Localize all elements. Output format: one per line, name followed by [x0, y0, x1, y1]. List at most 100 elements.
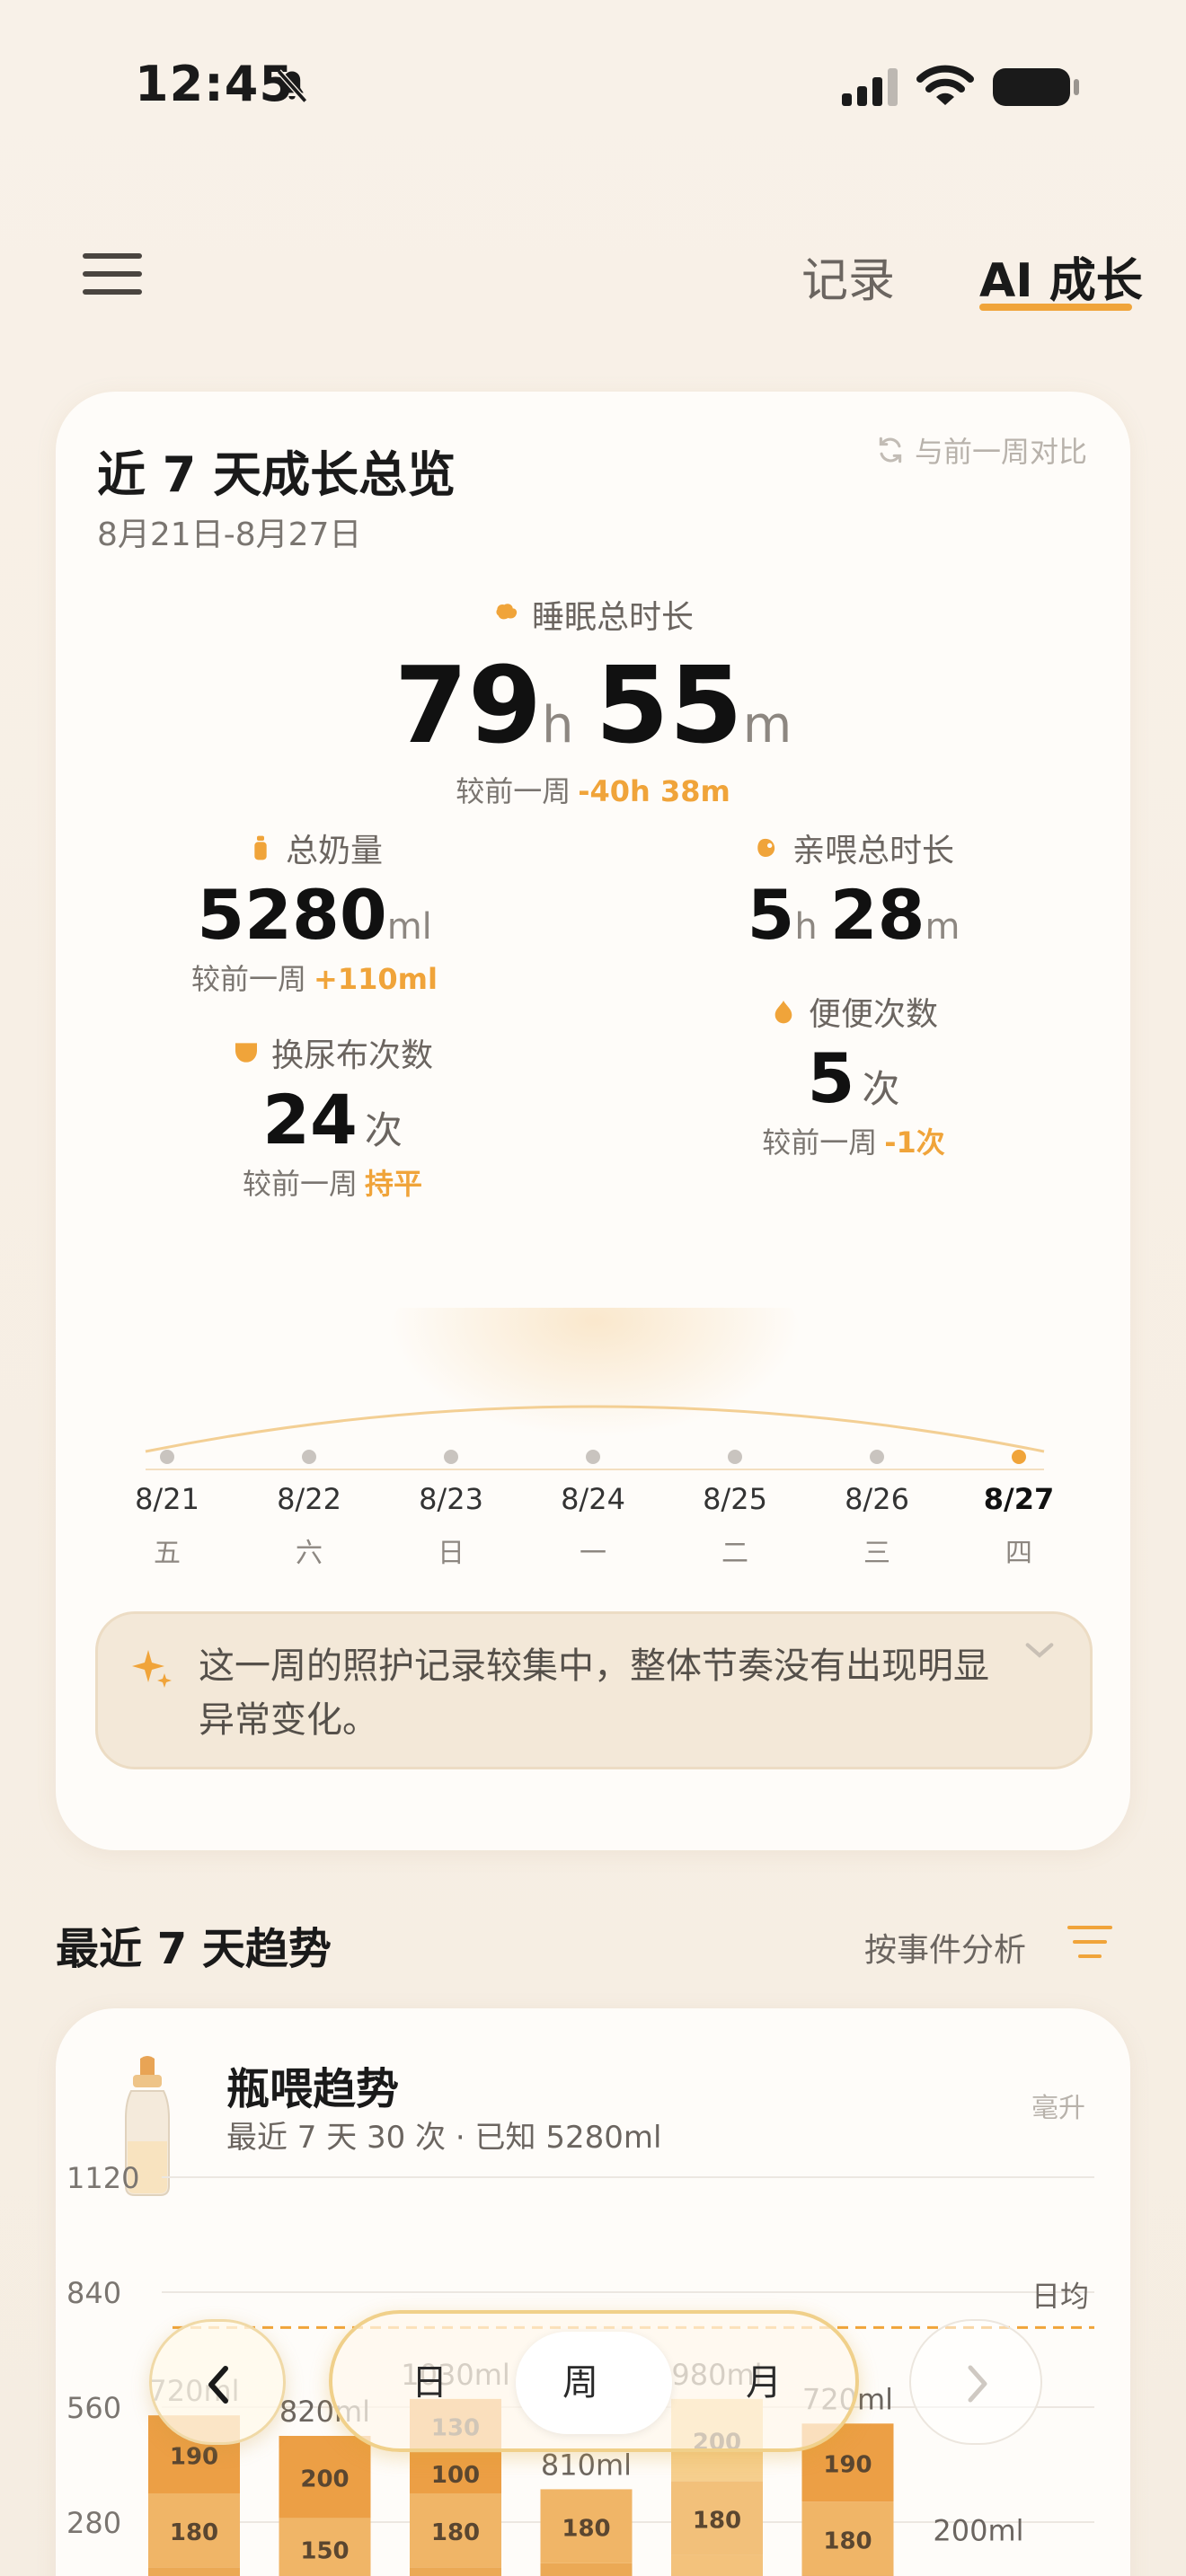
segment-value-label: 150 [300, 2538, 349, 2565]
tab-ai-growth[interactable]: AI 成长 [979, 243, 1143, 310]
summary-title: 近 7 天成长总览 [97, 446, 456, 503]
tab-active-indicator [979, 304, 1132, 311]
breastfeed-label: 亲喂总时长 [792, 833, 954, 869]
sleep-minutes-unit: m [742, 696, 792, 754]
y-tick-label: 840 [66, 2276, 121, 2310]
moon-icon [496, 604, 518, 620]
bar-segment [410, 2567, 501, 2576]
day-item[interactable]: 8/21 五 [113, 1450, 221, 1570]
filter-icon[interactable] [1067, 1924, 1112, 1960]
stool-value: 5 [807, 1038, 855, 1118]
sleep-hours: 79 [394, 643, 542, 767]
day-item-selected[interactable]: 8/27 四 [965, 1450, 1073, 1570]
bar-segment [540, 2563, 633, 2576]
chevron-down-icon[interactable] [1022, 1637, 1058, 1664]
battery-icon [993, 68, 1079, 106]
bar-segment [671, 2554, 763, 2576]
y-tick-label: 280 [66, 2506, 121, 2540]
sleep-cmp-prefix: 较前一周 [456, 774, 571, 808]
chevron-left-icon [208, 2366, 228, 2404]
diaper-icon [235, 1043, 257, 1063]
diaper-value: 24 [262, 1080, 358, 1160]
bottle-bar-chart: 2805608401120170180190720ml140150200820m… [66, 2161, 1094, 2576]
compare-label: 与前一周对比 [914, 435, 1087, 469]
day-item[interactable]: 8/25 二 [681, 1450, 789, 1570]
page: 12:45 记录 AI 成长 近 7 天成长总览 8月21日-8月27日 与前一… [0, 0, 1186, 2576]
sleep-metric: 睡眠总时长 79h 55m 较前一周 -40h 38m [56, 591, 1130, 810]
stool-cmp-prefix: 较前一周 [762, 1125, 878, 1160]
trend-mode-button[interactable]: 按事件分析 [864, 1924, 1026, 1971]
stool-metric: 便便次数 5次 较前一周 -1次 [719, 988, 988, 1161]
bar-total-label: 200ml [933, 2514, 1023, 2548]
breastfeed-minutes: 28 [829, 875, 925, 955]
sleep-minutes: 55 [595, 643, 743, 767]
segment-value-label: 100 [431, 2462, 480, 2489]
chevron-right-icon [968, 2365, 987, 2403]
day-item[interactable]: 8/24 一 [539, 1450, 647, 1570]
segment-value-label: 180 [431, 2519, 480, 2546]
segment-value-label: 190 [170, 2444, 218, 2471]
breastfeed-metric: 亲喂总时长 5h 28m [719, 825, 988, 955]
diaper-cmp-delta: 持平 [365, 1167, 423, 1201]
diaper-cmp-prefix: 较前一周 [242, 1167, 358, 1201]
trend-section-title: 最近 7 天趋势 [56, 1924, 332, 1974]
segment-value-label: 180 [562, 2516, 610, 2543]
milk-cmp-delta: +110ml [314, 962, 438, 996]
bottle-icon [254, 835, 267, 860]
diaper-label: 换尿布次数 [270, 1037, 433, 1074]
stool-icon [774, 1001, 792, 1024]
y-tick-label: 560 [66, 2391, 121, 2425]
bar-total-label: 810ml [541, 2448, 632, 2482]
sleep-label: 睡眠总时长 [531, 599, 694, 636]
weekly-summary-card: 近 7 天成长总览 8月21日-8月27日 与前一周对比 睡眠总时长 79h 55… [56, 392, 1130, 1850]
refresh-icon [879, 437, 902, 463]
tab-record[interactable]: 记录 [801, 243, 895, 310]
breastfeed-minutes-unit: m [925, 906, 960, 948]
summary-date-range: 8月21日-8月27日 [97, 516, 362, 553]
sparkle-icon [132, 1650, 172, 1688]
stool-cmp-delta: -1次 [884, 1125, 945, 1160]
y-tick-label: 1120 [66, 2161, 139, 2195]
milk-label: 总奶量 [285, 833, 383, 869]
segment-week[interactable]: 周 [535, 2353, 625, 2405]
milk-cmp-prefix: 较前一周 [191, 962, 307, 996]
day-selector: 8/21 五 8/22 六 8/23 日 8/24 一 8/25 二 8/26 三 8/27… [56, 1450, 1130, 1575]
sleep-hours-unit: h [541, 696, 574, 754]
ai-insight-box[interactable]: 这一周的照护记录较集中，整体节奏没有出现明显异常变化。 [95, 1611, 1093, 1769]
segment-value-label: 190 [823, 2452, 872, 2479]
breastfeed-hours: 5 [747, 875, 795, 955]
breastfeed-icon [757, 838, 775, 858]
diaper-metric: 换尿布次数 24 次 较前一周 持平 [198, 1029, 467, 1203]
segment-value-label: 180 [693, 2507, 741, 2534]
milk-value: 5280 [197, 875, 387, 955]
day-item[interactable]: 8/26 三 [823, 1450, 931, 1570]
segment-value-label: 180 [170, 2519, 218, 2546]
sleep-cmp-delta: -40h 38m [578, 774, 730, 808]
segment-value-label: 200 [300, 2466, 349, 2493]
bottle-trend-card: 瓶喂趋势 最近 7 天 30 次 · 已知 5280ml 毫升 280 560 84… [56, 2008, 1130, 2576]
menu-button[interactable] [83, 253, 142, 295]
segment-month[interactable]: 月 [719, 2353, 809, 2405]
stool-unit: 次 [862, 1067, 900, 1111]
bell-muted-icon [276, 69, 308, 103]
milk-metric: 总奶量 5280ml 较前一周 +110ml [180, 825, 449, 998]
stool-label: 便便次数 [808, 996, 938, 1033]
segment-day[interactable]: 日 [385, 2353, 474, 2405]
daily-average-label: 日均 [1031, 2279, 1089, 2313]
bar-segment [148, 2567, 240, 2576]
day-item[interactable]: 8/22 六 [255, 1450, 363, 1570]
insight-text: 这一周的照护记录较集中，整体节奏没有出现明显异常变化。 [199, 1645, 989, 1741]
wifi-icon [916, 65, 974, 105]
previous-period-button[interactable] [149, 2319, 286, 2445]
milk-unit: ml [386, 906, 432, 948]
status-time: 12:45 [135, 56, 294, 112]
segment-value-label: 180 [823, 2527, 872, 2554]
breastfeed-hours-unit: h [794, 906, 818, 948]
period-segmented-control: 日 周 月 [329, 2310, 859, 2452]
status-bar: 12:45 [0, 0, 1186, 171]
cellular-signal-icon [842, 68, 898, 106]
day-item[interactable]: 8/23 日 [397, 1450, 505, 1570]
compare-toggle[interactable]: 与前一周对比 [875, 429, 1087, 471]
diaper-unit: 次 [364, 1108, 403, 1152]
next-period-button[interactable] [909, 2319, 1042, 2445]
